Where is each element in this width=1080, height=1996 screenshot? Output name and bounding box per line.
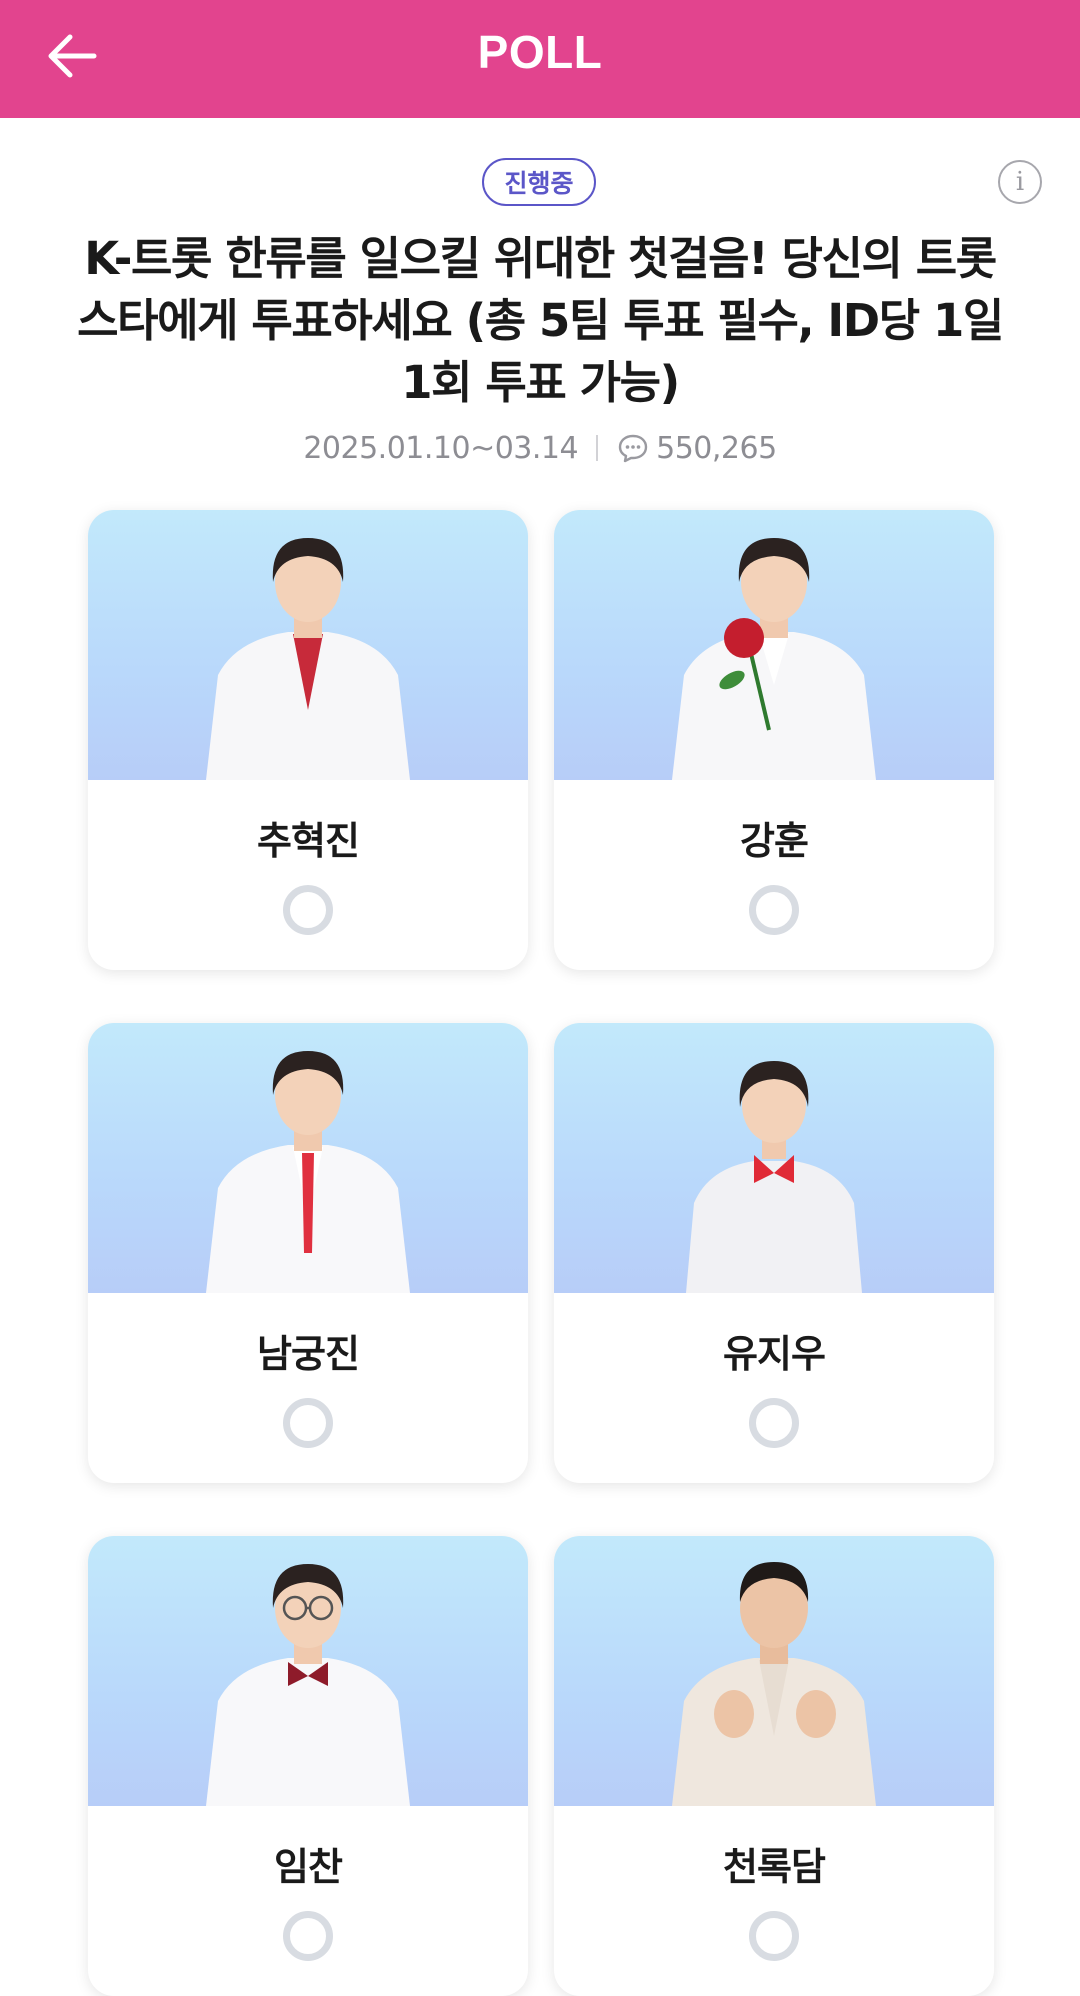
poll-period: 2025.01.10~03.14	[303, 430, 579, 466]
candidate-photo	[554, 1023, 994, 1293]
divider	[596, 435, 599, 461]
candidate-name: 추혁진	[257, 819, 360, 863]
vote-radio[interactable]	[749, 885, 799, 935]
page-title: POLL	[477, 26, 603, 78]
candidate-photo	[554, 1536, 994, 1806]
candidate-name: 유지우	[723, 1332, 826, 1376]
candidate-card[interactable]: 남궁진	[88, 1023, 528, 1483]
comment-icon	[616, 431, 650, 465]
vote-radio[interactable]	[283, 1911, 333, 1961]
candidate-photo	[554, 510, 994, 780]
candidate-name: 강훈	[740, 819, 809, 863]
vote-radio[interactable]	[749, 1911, 799, 1961]
top-app-bar: POLL	[0, 0, 1080, 118]
poll-meta: 2025.01.10~03.14 550,265	[0, 424, 1080, 472]
candidate-name: 천록담	[723, 1845, 826, 1889]
vote-radio[interactable]	[749, 1398, 799, 1448]
candidate-name: 임찬	[274, 1845, 343, 1889]
candidate-photo	[88, 510, 528, 780]
comment-count: 550,265	[656, 430, 777, 466]
vote-radio[interactable]	[283, 885, 333, 935]
vote-radio[interactable]	[283, 1398, 333, 1448]
info-icon[interactable]: i	[998, 160, 1042, 204]
candidate-card[interactable]: 천록담	[554, 1536, 994, 1996]
candidate-card[interactable]: 추혁진	[88, 510, 528, 970]
candidate-photo	[88, 1023, 528, 1293]
candidate-card[interactable]: 강훈	[554, 510, 994, 970]
status-badge: 진행중	[482, 158, 596, 206]
candidate-card[interactable]: 임찬	[88, 1536, 528, 1996]
candidate-name: 남궁진	[257, 1332, 360, 1376]
poll-title: K-트롯 한류를 일으킬 위대한 첫걸음! 당신의 트롯 스타에게 투표하세요 …	[77, 232, 1004, 409]
candidate-card[interactable]: 유지우	[554, 1023, 994, 1483]
candidate-photo	[88, 1536, 528, 1806]
